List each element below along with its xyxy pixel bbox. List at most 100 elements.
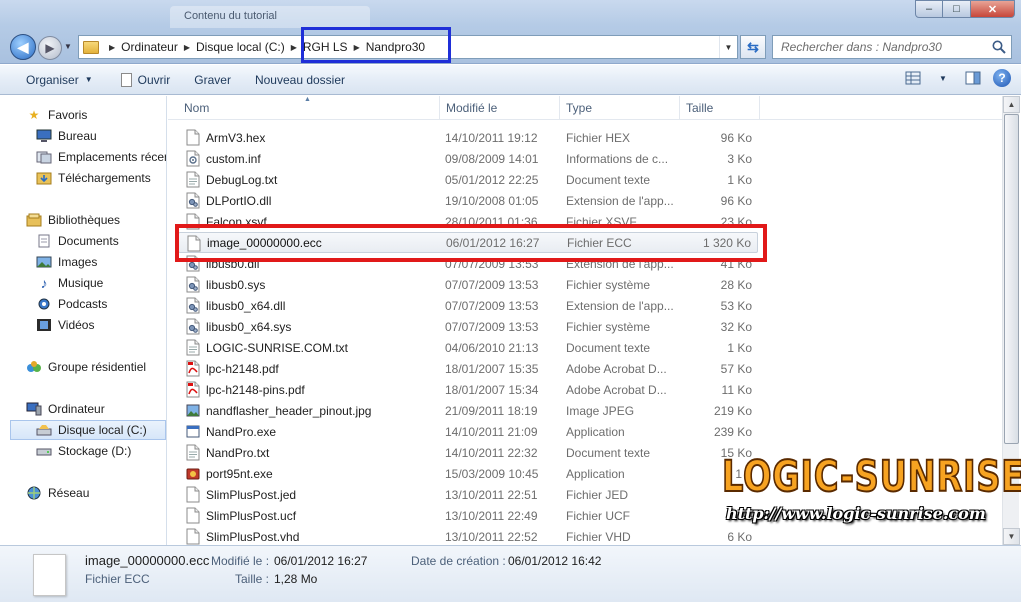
crumb-separator-icon[interactable]: ▶ xyxy=(109,43,115,52)
nav-downloads[interactable]: Téléchargements xyxy=(36,168,166,188)
nav-label: Bibliothèques xyxy=(48,213,121,227)
back-arrow-icon: ◀ xyxy=(17,38,29,55)
nav-homegroup[interactable]: Groupe résidentiel xyxy=(26,357,166,377)
file-row[interactable]: SlimPlusPost.vhd 13/10/2011 22:52 Fichier … xyxy=(178,526,758,545)
file-row[interactable]: NandPro.txt 14/10/2011 22:32 Document text… xyxy=(178,442,758,463)
refresh-button[interactable]: ⇆ xyxy=(740,35,766,59)
column-modified[interactable]: Modifié le xyxy=(440,96,560,120)
nav-documents[interactable]: Documents xyxy=(36,231,166,251)
forward-button[interactable]: ▶ xyxy=(38,36,62,60)
file-row[interactable]: lpc-h2148-pins.pdf 18/01/2007 15:34 Adobe … xyxy=(178,379,758,400)
nav-podcasts[interactable]: Podcasts xyxy=(36,294,166,314)
file-modified: 04/06/2010 21:13 xyxy=(445,340,539,355)
nav-label: Disque local (C:) xyxy=(58,423,147,437)
file-row[interactable]: DebugLog.txt 05/01/2012 22:25 Document tex… xyxy=(178,169,758,190)
file-modified: 13/10/2011 22:51 xyxy=(445,487,538,502)
file-row[interactable]: SlimPlusPost.ucf 13/10/2011 22:49 Fichier … xyxy=(178,505,758,526)
file-modified: 13/10/2011 22:49 xyxy=(445,508,538,523)
search-icon[interactable] xyxy=(991,39,1007,55)
file-size: 96 Ko xyxy=(720,130,752,145)
file-row[interactable]: libusb0_x64.sys 07/07/2009 13:53 Fichier s… xyxy=(178,316,758,337)
nav-network[interactable]: Réseau xyxy=(26,483,166,503)
exe-file-icon xyxy=(186,425,200,438)
search-input[interactable] xyxy=(773,36,983,58)
file-size: 1 Ko xyxy=(727,340,752,355)
close-button[interactable]: ✕ xyxy=(971,0,1015,18)
recent-places-icon xyxy=(36,149,52,165)
nav-computer[interactable]: Ordinateur xyxy=(26,399,166,419)
burn-button[interactable]: Graver xyxy=(184,68,241,92)
settings-file-icon xyxy=(186,150,200,167)
nav-videos[interactable]: Vidéos xyxy=(36,315,166,335)
file-size: 219 Ko xyxy=(713,403,752,418)
address-annotation-box xyxy=(301,27,451,63)
nav-desktop[interactable]: Bureau xyxy=(36,126,166,146)
open-button[interactable]: Ouvrir xyxy=(111,68,181,92)
breadcrumb-local-disk[interactable]: Disque local (C:) xyxy=(196,40,285,54)
nav-label: Réseau xyxy=(48,486,90,500)
view-options-chevron-icon[interactable]: ▼ xyxy=(933,68,953,88)
details-file-type: Fichier ECC xyxy=(85,572,150,586)
file-name: LOGIC-SUNRISE.COM.txt xyxy=(206,340,349,355)
column-type[interactable]: Type xyxy=(560,96,680,120)
file-row[interactable]: port95nt.exe 15/03/2009 10:45 Application 1… xyxy=(178,463,758,484)
organize-button[interactable]: Organiser ▼ xyxy=(16,68,103,92)
recent-pages-button[interactable]: ▼ xyxy=(64,42,76,54)
file-row[interactable]: NandPro.exe 14/10/2011 21:09 Application 23… xyxy=(178,421,758,442)
drive-icon xyxy=(36,443,52,459)
file-icon xyxy=(186,486,200,503)
nav-libraries[interactable]: Bibliothèques xyxy=(26,210,166,230)
file-icon xyxy=(186,507,200,524)
file-name: libusb0.sys xyxy=(206,277,266,292)
file-type: Document texte xyxy=(566,340,651,355)
downloads-folder-icon xyxy=(36,170,52,186)
minimize-button[interactable]: – xyxy=(915,0,943,18)
file-modified: 14/10/2011 21:09 xyxy=(445,424,538,439)
text-file-icon xyxy=(186,171,200,188)
preview-pane-icon[interactable] xyxy=(963,68,983,88)
nav-music[interactable]: ♪ Musique xyxy=(36,273,166,293)
nav-recent-places[interactable]: Emplacements récents xyxy=(36,147,166,167)
column-header: Nom ▲ Modifié le Type Taille xyxy=(168,96,1002,120)
dll-file-icon xyxy=(186,297,200,314)
organize-label: Organiser xyxy=(26,72,79,87)
scroll-thumb[interactable] xyxy=(1004,114,1019,444)
help-icon[interactable]: ? xyxy=(993,69,1011,87)
file-row[interactable]: libusb0.sys 07/07/2009 13:53 Fichier systè… xyxy=(178,274,758,295)
file-row[interactable]: libusb0_x64.dll 07/07/2009 13:53 Extension… xyxy=(178,295,758,316)
file-row[interactable]: SlimPlusPost.jed 13/10/2011 22:51 Fichier … xyxy=(178,484,758,505)
scroll-down-icon[interactable]: ▼ xyxy=(1003,528,1020,545)
file-row[interactable]: lpc-h2148.pdf 18/01/2007 15:35 Adobe Acrob… xyxy=(178,358,758,379)
file-row[interactable]: nandflasher_header_pinout.jpg 21/09/2011 … xyxy=(178,400,758,421)
file-row[interactable]: LOGIC-SUNRISE.COM.txt 04/06/2010 21:13 Doc… xyxy=(178,337,758,358)
nav-local-disk[interactable]: Disque local (C:) xyxy=(10,420,166,440)
crumb-separator-icon[interactable]: ▶ xyxy=(291,43,297,52)
breadcrumb-computer[interactable]: Ordinateur xyxy=(121,40,178,54)
file-type: Fichier UCF xyxy=(566,508,631,523)
file-name: port95nt.exe xyxy=(206,466,273,481)
file-name: DLPortIO.dll xyxy=(206,193,272,208)
crumb-separator-icon[interactable]: ▶ xyxy=(184,43,190,52)
file-modified: 15/03/2009 10:45 xyxy=(445,466,539,481)
file-size: 11 Ko xyxy=(721,382,752,397)
music-icon: ♪ xyxy=(40,275,48,291)
file-row[interactable]: ArmV3.hex 14/10/2011 19:12 Fichier HEX 96 K… xyxy=(178,127,758,148)
maximize-button[interactable]: □ xyxy=(943,0,971,18)
scroll-up-icon[interactable]: ▲ xyxy=(1003,96,1020,113)
file-row[interactable]: DLPortIO.dll 19/10/2008 01:05 Extension de… xyxy=(178,190,758,211)
file-name: nandflasher_header_pinout.jpg xyxy=(206,403,372,418)
back-button[interactable]: ◀ xyxy=(10,34,36,60)
sort-ascending-icon: ▲ xyxy=(304,96,311,103)
file-row[interactable]: custom.inf 09/08/2009 14:01 Informations d… xyxy=(178,148,758,169)
nav-storage[interactable]: Stockage (D:) xyxy=(36,441,166,461)
file-type: Adobe Acrobat D... xyxy=(566,382,667,397)
file-modified: 05/01/2012 22:25 xyxy=(445,172,539,187)
file-modified: 07/07/2009 13:53 xyxy=(445,319,539,334)
change-view-icon[interactable] xyxy=(903,68,923,88)
nav-favorites[interactable]: ★ Favoris xyxy=(26,105,166,125)
address-dropdown-icon[interactable]: ▼ xyxy=(719,36,737,58)
details-created-label: Date de création : xyxy=(411,554,506,568)
new-folder-button[interactable]: Nouveau dossier xyxy=(245,68,355,92)
nav-images[interactable]: Images xyxy=(36,252,166,272)
column-size[interactable]: Taille xyxy=(680,96,760,120)
